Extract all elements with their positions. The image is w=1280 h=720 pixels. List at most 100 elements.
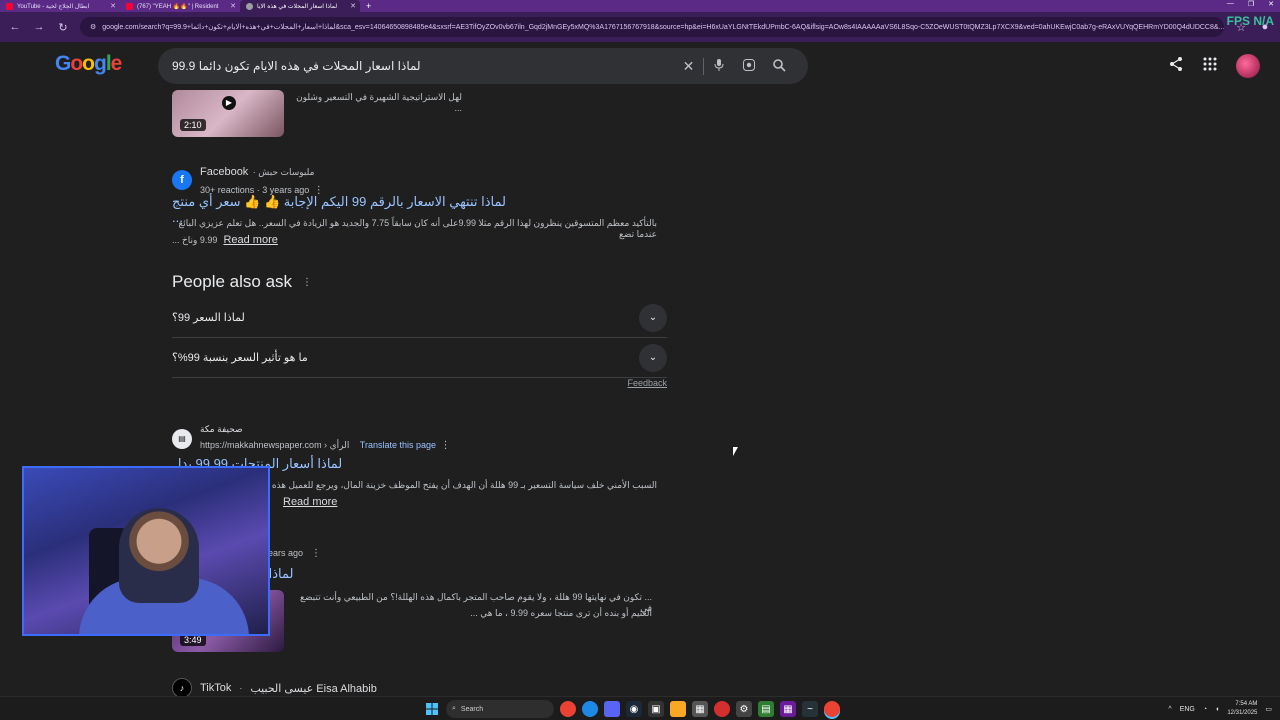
- new-tab-button[interactable]: +: [360, 1, 377, 11]
- fps-overlay: FPS N/A: [1226, 14, 1274, 28]
- google-logo[interactable]: Google: [55, 52, 123, 76]
- close-tab-icon[interactable]: ✕: [350, 2, 356, 10]
- wifi-icon[interactable]: ◔: [1203, 706, 1207, 713]
- read-more-link[interactable]: Read more: [223, 234, 277, 246]
- tab-youtube-1[interactable]: YouTube - ابطال الجلاج لحية ✕: [0, 0, 120, 12]
- chrome-active-icon[interactable]: [824, 701, 840, 717]
- steam-icon[interactable]: ◉: [626, 701, 642, 717]
- more-options-icon[interactable]: ⋮: [302, 277, 312, 288]
- result-header: f Facebook · ملبوسات حبش 30+ reactions ·…: [172, 162, 324, 198]
- start-icon[interactable]: [424, 701, 440, 717]
- more-options-icon[interactable]: ⋮: [440, 440, 450, 451]
- mic-icon[interactable]: [704, 58, 734, 75]
- paa-title: People also ask: [172, 272, 293, 291]
- share-icon[interactable]: [1168, 56, 1184, 77]
- paa-question[interactable]: لماذا السعر 99؟ ⌄: [172, 298, 667, 338]
- chrome-icon[interactable]: [560, 701, 576, 717]
- logo-letter: G: [55, 52, 71, 75]
- webcam-overlay: [22, 466, 270, 636]
- video-thumbnail[interactable]: ▶ 2:10: [172, 90, 284, 137]
- taskbar-apps: ⌕ Search ◉ ▣ ▦ ⚙ ▤ ▦ ~: [424, 700, 840, 718]
- address-bar: ← → ↻ ⚙ google.com/search?q=99.9+لماذا+ا…: [0, 12, 1280, 42]
- tab-google-search[interactable]: لماذا اسعار المحلات في هذه الايا ✕: [240, 0, 360, 12]
- google-header: Google 99.9 لماذا اسعار المحلات في هذه ا…: [0, 42, 1280, 90]
- search-icon: ⌕: [452, 705, 456, 712]
- site-name: Facebook: [200, 166, 249, 178]
- tab-title: (767) "YEAH 🔥🔥" | Resident: [137, 3, 219, 10]
- forward-icon[interactable]: →: [32, 21, 46, 33]
- translate-link[interactable]: Translate this page: [360, 440, 436, 450]
- result-meta-row: ears ago ⋮: [268, 548, 321, 559]
- result-header: ▤ صحيفة مكة https://makkahnewspaper.com …: [172, 424, 450, 453]
- tab-title: YouTube - ابطال الجلاج لحية: [17, 3, 90, 10]
- tab-strip: YouTube - ابطال الجلاج لحية ✕ (767) "YEA…: [0, 0, 1280, 12]
- app-icon[interactable]: ⚙: [736, 701, 752, 717]
- chevron-down-icon[interactable]: ⌄: [639, 303, 667, 332]
- terminal-icon[interactable]: ▣: [648, 701, 664, 717]
- lens-icon[interactable]: [734, 58, 764, 75]
- volume-icon[interactable]: ◖: [1215, 706, 1219, 713]
- apps-grid-icon[interactable]: [1202, 56, 1218, 77]
- lang-indicator[interactable]: ENG: [1180, 706, 1195, 713]
- site-info-icon[interactable]: ⚙: [90, 23, 96, 31]
- taskbar: ⌕ Search ◉ ▣ ▦ ⚙ ▤ ▦ ~ ^ ENG ◔ ◖ 7:54 AM…: [0, 696, 1280, 720]
- search-box[interactable]: 99.9 لماذا اسعار المحلات في هذه الايام ت…: [158, 48, 808, 84]
- maximize-button[interactable]: ❐: [1248, 0, 1254, 8]
- youtube-icon: [6, 2, 13, 10]
- site-url[interactable]: https://makkahnewspaper.com › الرأي: [200, 440, 349, 450]
- chart-icon[interactable]: ~: [802, 701, 818, 717]
- result-meta: ears ago: [268, 548, 304, 558]
- folder-icon[interactable]: [670, 701, 686, 717]
- tiktok-icon: ♪: [172, 678, 192, 698]
- logo-letter: g: [94, 52, 107, 75]
- search-icon[interactable]: [764, 58, 794, 75]
- paa-question[interactable]: ما هو تأثير السعر بنسبة 99%؟ ⌄: [172, 338, 667, 378]
- taskbar-search-label: Search: [460, 705, 484, 713]
- site-name: TikTok: [200, 682, 232, 694]
- account-avatar[interactable]: [1236, 54, 1260, 78]
- video-duration: 2:10: [180, 119, 206, 131]
- site-author: عيسى الحبيب Eisa Alhabib: [250, 682, 377, 695]
- notification-icon[interactable]: ▭: [1265, 705, 1272, 713]
- mouse-cursor: [733, 447, 738, 456]
- feedback-link[interactable]: Feedback: [627, 378, 667, 388]
- result-snippet: العثيم أو بنده أن ترى منتجا سعره 9.99 ، …: [470, 608, 652, 618]
- read-more-link[interactable]: Read more: [283, 496, 337, 508]
- clock[interactable]: 7:54 AM 12/31/2025: [1227, 700, 1257, 718]
- back-icon[interactable]: ←: [8, 21, 22, 33]
- minimize-button[interactable]: —: [1227, 0, 1234, 8]
- facebook-icon: f: [172, 170, 192, 190]
- logo-letter: o: [70, 52, 83, 75]
- paa-header: People also ask ⋮: [172, 272, 312, 292]
- logo-letter: e: [110, 52, 123, 75]
- result-snippet: 9.99 وناخ ...: [172, 234, 218, 245]
- system-tray: ^ ENG ◔ ◖ 7:54 AM 12/31/2025 ▭: [1168, 700, 1272, 718]
- streamer-face: [119, 508, 199, 603]
- play-icon[interactable]: ▶: [222, 96, 236, 110]
- excel-icon[interactable]: ▤: [758, 701, 774, 717]
- tab-youtube-2[interactable]: (767) "YEAH 🔥🔥" | Resident ✕: [120, 0, 240, 12]
- close-window-button[interactable]: ✕: [1268, 0, 1274, 8]
- app-grid-icon[interactable]: ▦: [780, 701, 796, 717]
- url-field[interactable]: ⚙ google.com/search?q=99.9+لماذا+اسعار+ا…: [80, 17, 1224, 37]
- google-icon: [246, 2, 253, 10]
- result-header: ♪ TikTok · عيسى الحبيب Eisa Alhabib: [172, 678, 377, 698]
- youtube-icon: [126, 2, 133, 10]
- close-tab-icon[interactable]: ✕: [110, 2, 116, 10]
- calculator-icon[interactable]: ▦: [692, 701, 708, 717]
- chevron-up-icon[interactable]: ^: [1168, 706, 1171, 713]
- edge-icon[interactable]: [582, 701, 598, 717]
- search-input[interactable]: 99.9 لماذا اسعار المحلات في هذه الايام ت…: [172, 59, 674, 73]
- clock-time: 7:54 AM: [1235, 701, 1258, 707]
- discord-icon[interactable]: [604, 701, 620, 717]
- taskbar-search[interactable]: ⌕ Search: [446, 700, 554, 718]
- newspaper-icon: ▤: [172, 428, 192, 449]
- chevron-down-icon[interactable]: ⌄: [639, 343, 667, 372]
- site-author: ملبوسات حبش: [258, 167, 315, 177]
- video-snippet: لهل الاستراتيجية الشهيرة في التسعير وشلو…: [296, 92, 462, 113]
- reload-icon[interactable]: ↻: [56, 21, 70, 34]
- clear-icon[interactable]: ✕: [674, 57, 704, 75]
- close-tab-icon[interactable]: ✕: [230, 2, 236, 10]
- more-options-icon[interactable]: ⋮: [311, 548, 321, 559]
- obs-icon[interactable]: [714, 701, 730, 717]
